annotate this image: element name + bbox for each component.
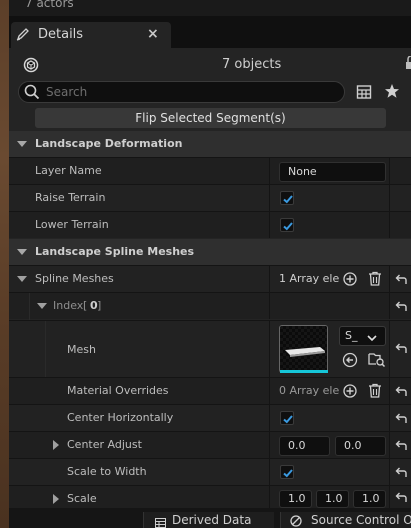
column-divider — [269, 266, 270, 292]
layer-name-field[interactable]: None — [279, 162, 386, 182]
column-divider — [269, 405, 270, 431]
source-control-label: Source Control O — [311, 513, 411, 527]
column-divider — [269, 158, 270, 184]
reset-arrow-icon[interactable] — [394, 301, 408, 313]
property-label: Center Horizontally — [67, 411, 174, 424]
array-element-count: 1 Array ele — [279, 272, 340, 285]
column-divider — [389, 293, 390, 319]
mesh-asset-picker[interactable]: S_ — [339, 326, 386, 346]
checkmark-icon — [283, 415, 293, 424]
reset-arrow-icon[interactable] — [394, 440, 408, 452]
column-divider — [389, 158, 390, 184]
trash-icon[interactable] — [368, 383, 382, 398]
collapse-arrow-icon[interactable] — [17, 249, 27, 255]
column-divider — [269, 293, 270, 319]
column-divider — [389, 185, 390, 211]
source-control-button[interactable]: Source Control O — [280, 512, 411, 528]
column-divider — [269, 321, 270, 377]
mesh-thumbnail[interactable] — [279, 325, 328, 373]
reset-arrow-icon[interactable] — [394, 274, 408, 286]
search-icon — [24, 84, 40, 100]
property-matrix-icon[interactable] — [356, 84, 372, 100]
tab-details-label: Details — [38, 27, 84, 42]
derived-data-label: Derived Data — [172, 513, 252, 527]
trash-icon[interactable] — [368, 271, 382, 286]
column-divider — [389, 459, 390, 485]
section-title: Landscape Deformation — [35, 137, 183, 150]
lower-terrain-checkbox[interactable] — [280, 218, 294, 232]
column-divider — [269, 378, 270, 404]
index-label: Index — [53, 299, 84, 312]
lock-icon[interactable] — [401, 56, 411, 70]
expand-arrow-icon[interactable] — [53, 494, 59, 504]
expand-arrow-icon[interactable] — [17, 276, 27, 282]
star-icon[interactable] — [384, 83, 400, 99]
source-control-disabled-icon — [290, 515, 302, 528]
derived-data-button[interactable]: Derived Data — [143, 512, 274, 528]
column-divider — [389, 266, 390, 292]
property-label: Material Overrides — [67, 384, 169, 397]
scale-z-field[interactable]: 1.0 — [353, 490, 386, 508]
scale-to-width-checkbox[interactable] — [280, 465, 294, 479]
reset-arrow-icon[interactable] — [394, 386, 408, 398]
property-label: Center Adjust — [67, 438, 142, 451]
mesh-asset-name: S_ — [345, 329, 358, 342]
property-label: Raise Terrain — [35, 191, 106, 204]
actor-class-icon — [23, 57, 39, 73]
outliner-footer: 7 actors — [9, 0, 411, 16]
asset-type-color-bar — [280, 370, 328, 373]
index-bracket-close: ] — [97, 299, 102, 312]
reset-arrow-icon[interactable] — [394, 492, 408, 504]
column-divider — [389, 405, 390, 431]
property-label: Scale to Width — [67, 465, 147, 478]
center-adjust-x-field[interactable]: 0.0 — [279, 436, 330, 456]
column-divider — [389, 378, 390, 404]
checkmark-icon — [283, 222, 293, 231]
derived-data-icon — [155, 516, 166, 528]
column-divider — [389, 212, 390, 238]
close-icon[interactable]: × — [147, 26, 159, 42]
scale-y-field[interactable]: 1.0 — [316, 490, 349, 508]
mesh-preview-icon — [280, 326, 327, 372]
center-adjust-y-field[interactable]: 0.0 — [335, 436, 386, 456]
column-divider — [269, 486, 270, 508]
collapse-arrow-icon[interactable] — [17, 141, 27, 147]
reset-arrow-icon[interactable] — [394, 343, 408, 355]
reset-arrow-icon[interactable] — [394, 413, 408, 425]
pencil-icon — [16, 27, 30, 41]
checkmark-icon — [283, 195, 293, 204]
column-divider — [269, 459, 270, 485]
flip-selected-segments-button[interactable]: Flip Selected Segment(s) — [35, 108, 386, 128]
expand-arrow-icon[interactable] — [37, 303, 47, 309]
column-divider — [269, 185, 270, 211]
property-label: Lower Terrain — [35, 218, 109, 231]
property-label: Scale — [67, 492, 97, 505]
scale-x-field[interactable]: 1.0 — [279, 490, 312, 508]
selected-object-count: 7 objects — [222, 57, 282, 72]
column-divider — [269, 212, 270, 238]
search-input[interactable] — [46, 84, 336, 100]
property-label: Layer Name — [35, 164, 102, 177]
use-selected-arrow-icon[interactable] — [342, 352, 358, 368]
column-divider — [269, 432, 270, 458]
reset-arrow-icon[interactable] — [394, 467, 408, 479]
section-title: Landscape Spline Meshes — [35, 245, 195, 258]
center-horizontally-checkbox[interactable] — [280, 411, 294, 425]
expand-arrow-icon[interactable] — [53, 440, 59, 450]
add-element-icon[interactable] — [343, 384, 357, 398]
viewport-background — [0, 0, 9, 528]
raise-terrain-checkbox[interactable] — [280, 191, 294, 205]
browse-folder-search-icon[interactable] — [368, 351, 386, 368]
array-element-count: 0 Array ele — [279, 384, 340, 397]
column-divider — [389, 486, 390, 508]
property-label: Spline Meshes — [35, 272, 114, 285]
checkmark-icon — [283, 469, 293, 478]
actor-count: 7 actors — [25, 0, 74, 10]
column-divider — [389, 432, 390, 458]
index-bracket-open: [ — [83, 299, 88, 312]
add-element-icon[interactable] — [343, 272, 357, 286]
property-label: Mesh — [67, 343, 96, 356]
chevron-down-icon — [366, 331, 378, 349]
column-divider — [389, 321, 390, 377]
